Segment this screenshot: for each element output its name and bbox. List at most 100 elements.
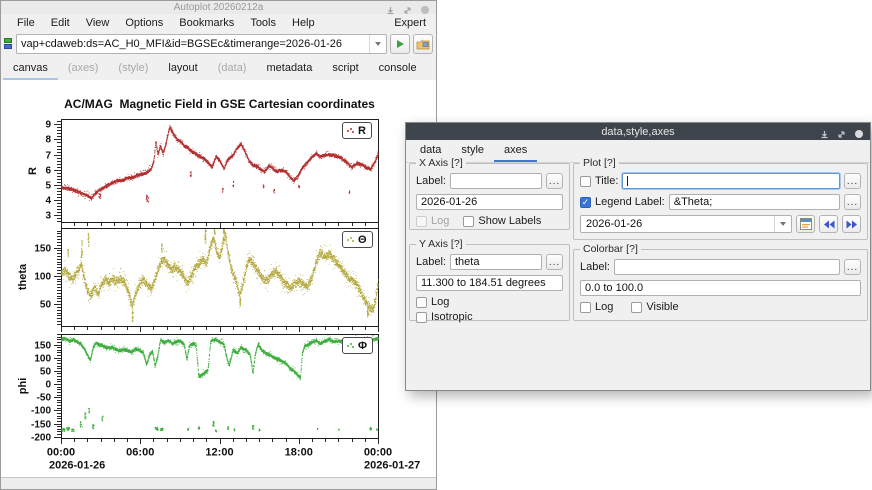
tab-layout[interactable]: layout: [158, 58, 207, 80]
uri-dropdown-button[interactable]: [369, 35, 386, 53]
y-axis-log-checkbox[interactable]: [416, 297, 427, 308]
legend-phi[interactable]: Φ: [342, 337, 373, 354]
colorbar-group-label: Colorbar [?]: [580, 243, 641, 255]
dialog-tab-axes[interactable]: axes: [494, 140, 537, 162]
status-bar: [1, 477, 436, 490]
plot-timerange-value: 2026-01-26: [581, 218, 774, 230]
x-axis-group: X Axis [?] Label: ... Log Show Labels: [409, 163, 570, 230]
chevron-down-icon: [375, 42, 381, 46]
pin-icon[interactable]: [820, 126, 829, 144]
legend-label-phi: Φ: [358, 340, 367, 352]
resize-icon[interactable]: [837, 126, 846, 144]
timerange-dropdown-button[interactable]: [774, 216, 791, 232]
legend-marker-phi: [347, 342, 354, 349]
plot-legend-input[interactable]: [669, 194, 840, 210]
tab-script[interactable]: script: [322, 58, 368, 80]
colorbar-visible-label[interactable]: Visible: [646, 301, 678, 313]
y-axis-label-theta[interactable]: theta: [17, 264, 29, 290]
y-axis-label-r[interactable]: R: [27, 167, 39, 175]
y-axis-range-input[interactable]: [416, 275, 563, 291]
x-axis-log-label[interactable]: Log: [431, 215, 449, 227]
plot-timerange-combobox[interactable]: 2026-01-26: [580, 215, 792, 233]
colorbar-group: Colorbar [?] Label: ... Log Visible: [573, 249, 868, 321]
y-axis-isotropic-checkbox[interactable]: [416, 312, 427, 323]
x-axis-group-label: X Axis [?]: [416, 157, 466, 169]
dialog-titlebar[interactable]: data,style,axes: [406, 123, 870, 140]
scan-next-button[interactable]: [842, 215, 861, 233]
plot-title-caption[interactable]: Title:: [595, 175, 618, 187]
chevron-down-icon: [780, 222, 786, 226]
window-title: Autoplot 20260212a: [1, 2, 436, 13]
legend-r[interactable]: R: [342, 122, 372, 139]
go-play-button[interactable]: [390, 34, 410, 54]
close-icon[interactable]: [420, 2, 430, 20]
colorbar-visible-checkbox[interactable]: [631, 302, 642, 313]
menu-file[interactable]: File: [9, 16, 43, 30]
text-cursor: [627, 176, 628, 186]
tab-style[interactable]: (style): [108, 58, 158, 80]
close-icon[interactable]: [854, 126, 864, 144]
scan-previous-button[interactable]: [819, 215, 838, 233]
menu-view[interactable]: View: [78, 16, 118, 30]
x-axis-range-input[interactable]: [416, 194, 563, 210]
x-axis-show-labels-label[interactable]: Show Labels: [478, 215, 541, 227]
colorbar-label-input[interactable]: [614, 259, 840, 275]
y-axis-label-caption: Label:: [416, 256, 446, 268]
legend-theta[interactable]: Θ: [342, 231, 373, 248]
menu-bar: File Edit View Options Bookmarks Tools H…: [1, 14, 436, 31]
colorbar-range-input[interactable]: [580, 280, 861, 296]
main-tab-bar: canvas (axes) (style) layout (data) meta…: [1, 57, 436, 81]
menu-help[interactable]: Help: [284, 16, 323, 30]
colorbar-label-caption: Label:: [580, 261, 610, 273]
plot-legend-caption[interactable]: Legend Label:: [595, 196, 665, 208]
x-axis-label-input[interactable]: [450, 173, 542, 189]
plot-title-checkbox[interactable]: [580, 176, 591, 187]
tab-canvas[interactable]: canvas: [3, 58, 58, 80]
main-titlebar[interactable]: Autoplot 20260212a: [1, 1, 436, 14]
plot-title-more-button[interactable]: ...: [844, 173, 861, 189]
open-file-button[interactable]: [413, 34, 433, 54]
menu-edit[interactable]: Edit: [43, 16, 78, 30]
colorbar-log-checkbox[interactable]: [580, 302, 591, 313]
calendar-icon: [800, 218, 812, 230]
plot-legend-checkbox[interactable]: ✓: [580, 197, 591, 208]
y-axis-isotropic-label[interactable]: Isotropic: [431, 311, 473, 323]
dialog-title: data,style,axes: [406, 126, 870, 138]
plot-legend-more-button[interactable]: ...: [844, 194, 861, 210]
x-axis-label-more-button[interactable]: ...: [546, 173, 563, 189]
y-axis-label-phi[interactable]: phi: [17, 378, 29, 395]
x-axis-show-labels-checkbox[interactable]: [463, 216, 474, 227]
legend-marker-theta: [347, 236, 354, 243]
legend-marker-r: [347, 127, 354, 134]
menu-bookmarks[interactable]: Bookmarks: [171, 16, 242, 30]
plot-title-input[interactable]: [622, 173, 840, 189]
fast-forward-icon: [846, 220, 858, 229]
resize-icon[interactable]: [403, 2, 412, 20]
tab-data[interactable]: (data): [208, 58, 257, 80]
timerange-editor-button[interactable]: [796, 215, 815, 233]
y-axis-label-more-button[interactable]: ...: [546, 254, 563, 270]
pin-icon[interactable]: [386, 2, 395, 20]
dialog-tab-bar: data style axes: [406, 140, 870, 163]
plot-group: Plot [?] Title: ... ✓ Legend Label: ... …: [573, 163, 868, 240]
tab-metadata[interactable]: metadata: [256, 58, 322, 80]
menu-options[interactable]: Options: [117, 16, 171, 30]
legend-label-theta: Θ: [358, 234, 367, 246]
colorbar-log-label[interactable]: Log: [595, 301, 613, 313]
uri-combobox[interactable]: [16, 34, 387, 54]
y-axis-label-input[interactable]: [450, 254, 542, 270]
y-axis-log-label[interactable]: Log: [431, 296, 449, 308]
plot-title: AC/MAG Magnetic Field in GSE Cartesian c…: [61, 97, 378, 111]
colorbar-label-more-button[interactable]: ...: [844, 259, 861, 275]
uri-input[interactable]: [17, 38, 369, 50]
tab-axes[interactable]: (axes): [58, 58, 109, 80]
folder-icon: [416, 39, 430, 50]
y-axis-group: Y Axis [?] Label: ... Log Isotropic: [409, 244, 570, 321]
plot-canvas[interactable]: [1, 79, 437, 478]
x-axis-log-checkbox[interactable]: [416, 216, 427, 227]
properties-dialog: data,style,axes data style axes X Axis […: [405, 122, 871, 391]
address-toolbar: [1, 31, 436, 57]
plot-group-label: Plot [?]: [580, 157, 619, 169]
tab-console[interactable]: console: [369, 58, 427, 80]
menu-tools[interactable]: Tools: [242, 16, 284, 30]
